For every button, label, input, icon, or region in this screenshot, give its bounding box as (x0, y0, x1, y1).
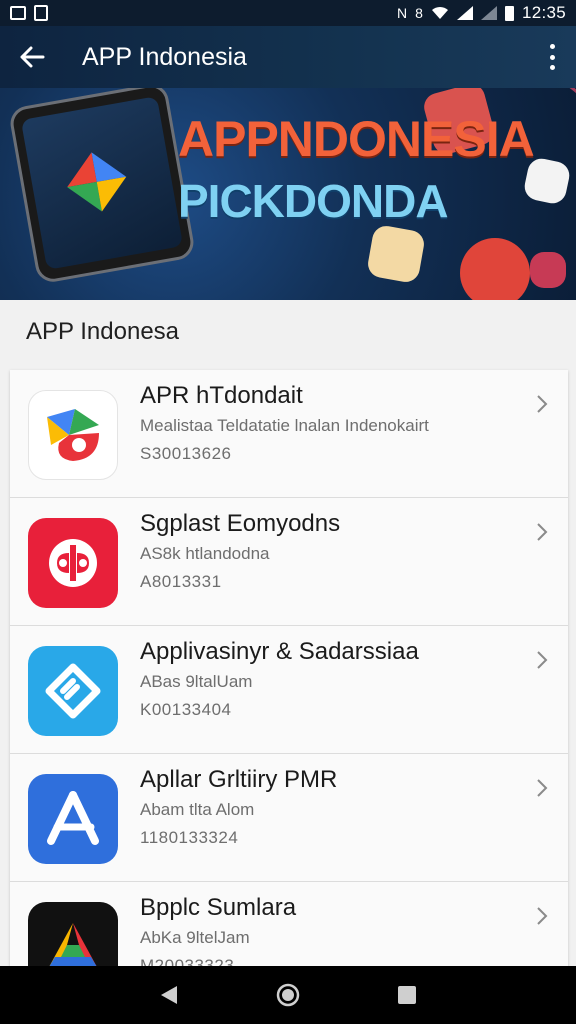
wifi-icon (431, 6, 448, 19)
back-button[interactable] (0, 26, 64, 88)
floating-app-icon (530, 252, 566, 288)
promo-banner[interactable]: APPNDONESIA PICKDONDA (0, 88, 576, 300)
more-vert-button[interactable] (542, 42, 562, 72)
image-icon (10, 6, 26, 20)
app-id: K0013340​4 (140, 700, 232, 719)
nav-recents-button[interactable] (385, 973, 429, 1017)
gallery-icon (34, 5, 48, 21)
app-icon (28, 518, 118, 608)
app-icon (28, 902, 118, 970)
app-title: Sgplast Eomyodns (140, 510, 341, 537)
app-title: APR hTdondait (140, 382, 303, 409)
triangle-logo-icon (49, 923, 97, 967)
vibrate-icon: 8 (415, 5, 423, 21)
app-id: S30013626 (140, 444, 232, 463)
chevron-right-icon (537, 779, 548, 797)
app-bar-title: APP Indonesia (82, 42, 247, 71)
nav-home-icon (276, 983, 300, 1007)
signal-icon (456, 6, 473, 20)
app-subtitle: AbKa 9ltelJam (140, 928, 250, 947)
battery-icon (504, 5, 514, 21)
arrow-left-icon (20, 46, 45, 68)
app-list: APR hTdondait Mealistaa Teldatatie lnala… (10, 370, 568, 970)
app-icon (28, 646, 118, 736)
app-subtitle: ABas 9ltalUam (140, 672, 253, 691)
status-bar: N 8 12:35 (0, 0, 576, 26)
app-subtitle: AS8k htlandodna (140, 544, 270, 563)
app-subtitle: Mealistaa Teldatatie lnalan Indenokairt (140, 416, 429, 435)
banner-headline: APPNDONESIA (178, 111, 535, 167)
app-list-item[interactable]: Sgplast Eomyodns AS8k htlandodna A801333… (10, 498, 568, 626)
status-time: 12:35 (521, 3, 566, 22)
app-store-a-logo-icon (47, 791, 99, 845)
app-list-item[interactable]: Apllar Grltiiry PMR Abam tlta Alom 11801… (10, 754, 568, 882)
section-title: APP Indonesa (26, 318, 180, 345)
status-right: N 8 12:35 (397, 3, 566, 23)
app-icon (28, 774, 118, 864)
nav-recents-icon (397, 986, 416, 1004)
app-id: 1180133324 (140, 828, 239, 847)
chevron-right-icon (537, 651, 548, 669)
nav-back-icon (161, 986, 178, 1004)
app-list-item[interactable]: APR hTdondait Mealistaa Teldatatie lnala… (10, 370, 568, 498)
blue-arrows-logo-icon (45, 663, 101, 719)
google-style-logo-icon (67, 152, 127, 212)
app-title: Bpplc Sumlara (140, 894, 297, 921)
app-title: Applivasinyr & Sadarssiaa (140, 638, 419, 665)
app-subtitle: Abam tlta Alom (140, 800, 255, 819)
app-list-item[interactable]: Bpplc Sumlara AbKa 9ltelJam M20033323 (10, 882, 568, 970)
system-nav-bar (0, 966, 576, 1024)
app-id: A8013331 (140, 572, 222, 591)
floating-app-icon (365, 223, 427, 285)
more-vert-icon (549, 44, 555, 49)
screen: N 8 12:35 APP Indonesia APPNDONESIA PICK… (0, 0, 576, 1024)
app-list-item[interactable]: Applivasinyr & Sadarssiaa ABas 9ltalUam … (10, 626, 568, 754)
nav-home-button[interactable] (266, 973, 310, 1017)
chevron-right-icon (537, 523, 548, 541)
red-d-logo-icon (49, 539, 97, 587)
nfc-icon: N (397, 5, 408, 21)
app-bar: APP Indonesia (0, 26, 576, 88)
app-icon (28, 390, 118, 480)
chevron-right-icon (537, 907, 548, 925)
colorful-s-logo-icon (47, 409, 99, 461)
banner-subheadline: PICKDONDA (178, 175, 449, 227)
status-left (10, 5, 48, 21)
phone-illustration (7, 88, 197, 285)
chevron-right-icon (537, 395, 548, 413)
signal-icon (480, 6, 497, 20)
floating-app-icon (460, 238, 530, 300)
app-title: Apllar Grltiiry PMR (140, 766, 338, 793)
nav-back-button[interactable] (147, 973, 191, 1017)
